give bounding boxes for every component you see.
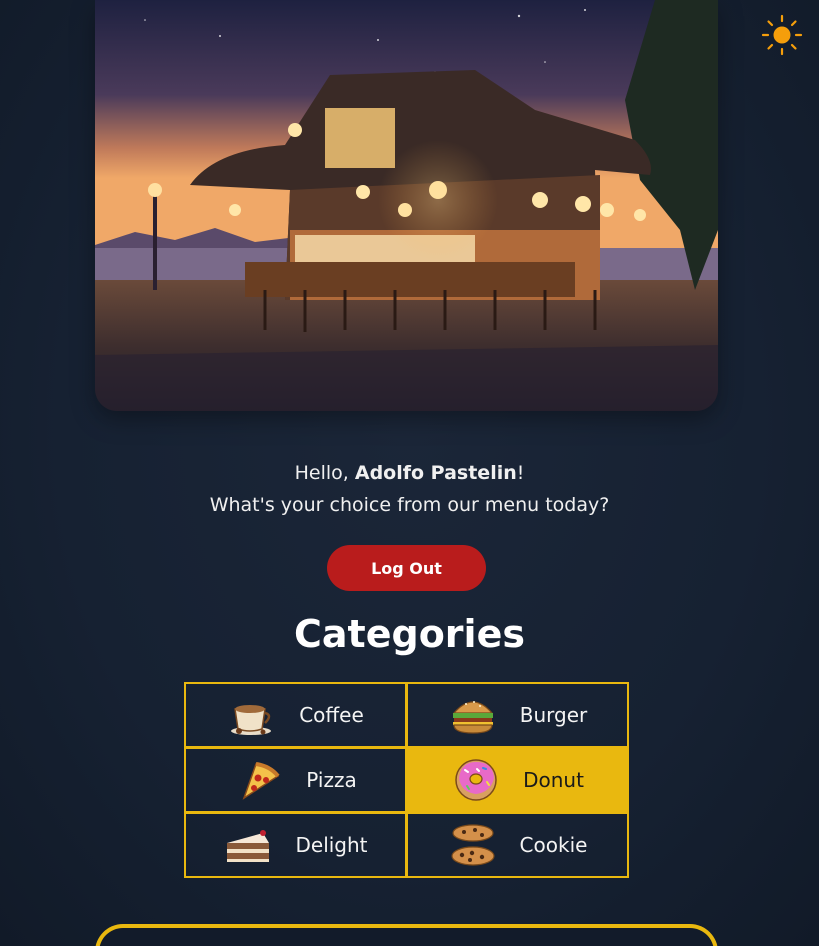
category-donut[interactable]: Donut xyxy=(406,747,629,813)
categories-grid: Coffee Burger Pizza Donut Delight Cookie xyxy=(184,682,629,878)
category-delight[interactable]: Delight xyxy=(184,812,407,878)
greeting-exclaim: ! xyxy=(516,462,525,484)
donut-icon xyxy=(451,758,501,802)
hero-image xyxy=(95,0,718,411)
burger-icon xyxy=(448,693,498,737)
greeting-hello: Hello, xyxy=(294,462,355,484)
category-label: Burger xyxy=(519,703,588,727)
category-label: Cookie xyxy=(519,833,588,857)
category-label: Coffee xyxy=(299,703,364,727)
category-burger[interactable]: Burger xyxy=(406,682,629,748)
pizza-slice-icon xyxy=(234,758,284,802)
greeting: Hello, Adolfo Pastelin! What's your choi… xyxy=(0,457,819,521)
category-cookie[interactable]: Cookie xyxy=(406,812,629,878)
category-label: Delight xyxy=(295,833,368,857)
coffee-cup-icon xyxy=(227,693,277,737)
greeting-question: What's your choice from our menu today? xyxy=(209,494,610,516)
log-out-button[interactable]: Log Out xyxy=(327,545,486,591)
category-pizza[interactable]: Pizza xyxy=(184,747,407,813)
category-coffee[interactable]: Coffee xyxy=(184,682,407,748)
user-name: Adolfo Pastelin xyxy=(354,462,517,484)
greeting-line: Hello, Adolfo Pastelin! xyxy=(0,457,819,489)
category-label: Donut xyxy=(523,768,584,792)
categories-title: Categories xyxy=(294,612,525,656)
cookies-icon xyxy=(448,823,498,867)
menu-card xyxy=(95,924,718,946)
theme-toggle-button[interactable] xyxy=(760,13,804,57)
cake-slice-icon xyxy=(223,823,273,867)
sun-icon xyxy=(761,14,803,56)
category-label: Pizza xyxy=(306,768,357,792)
